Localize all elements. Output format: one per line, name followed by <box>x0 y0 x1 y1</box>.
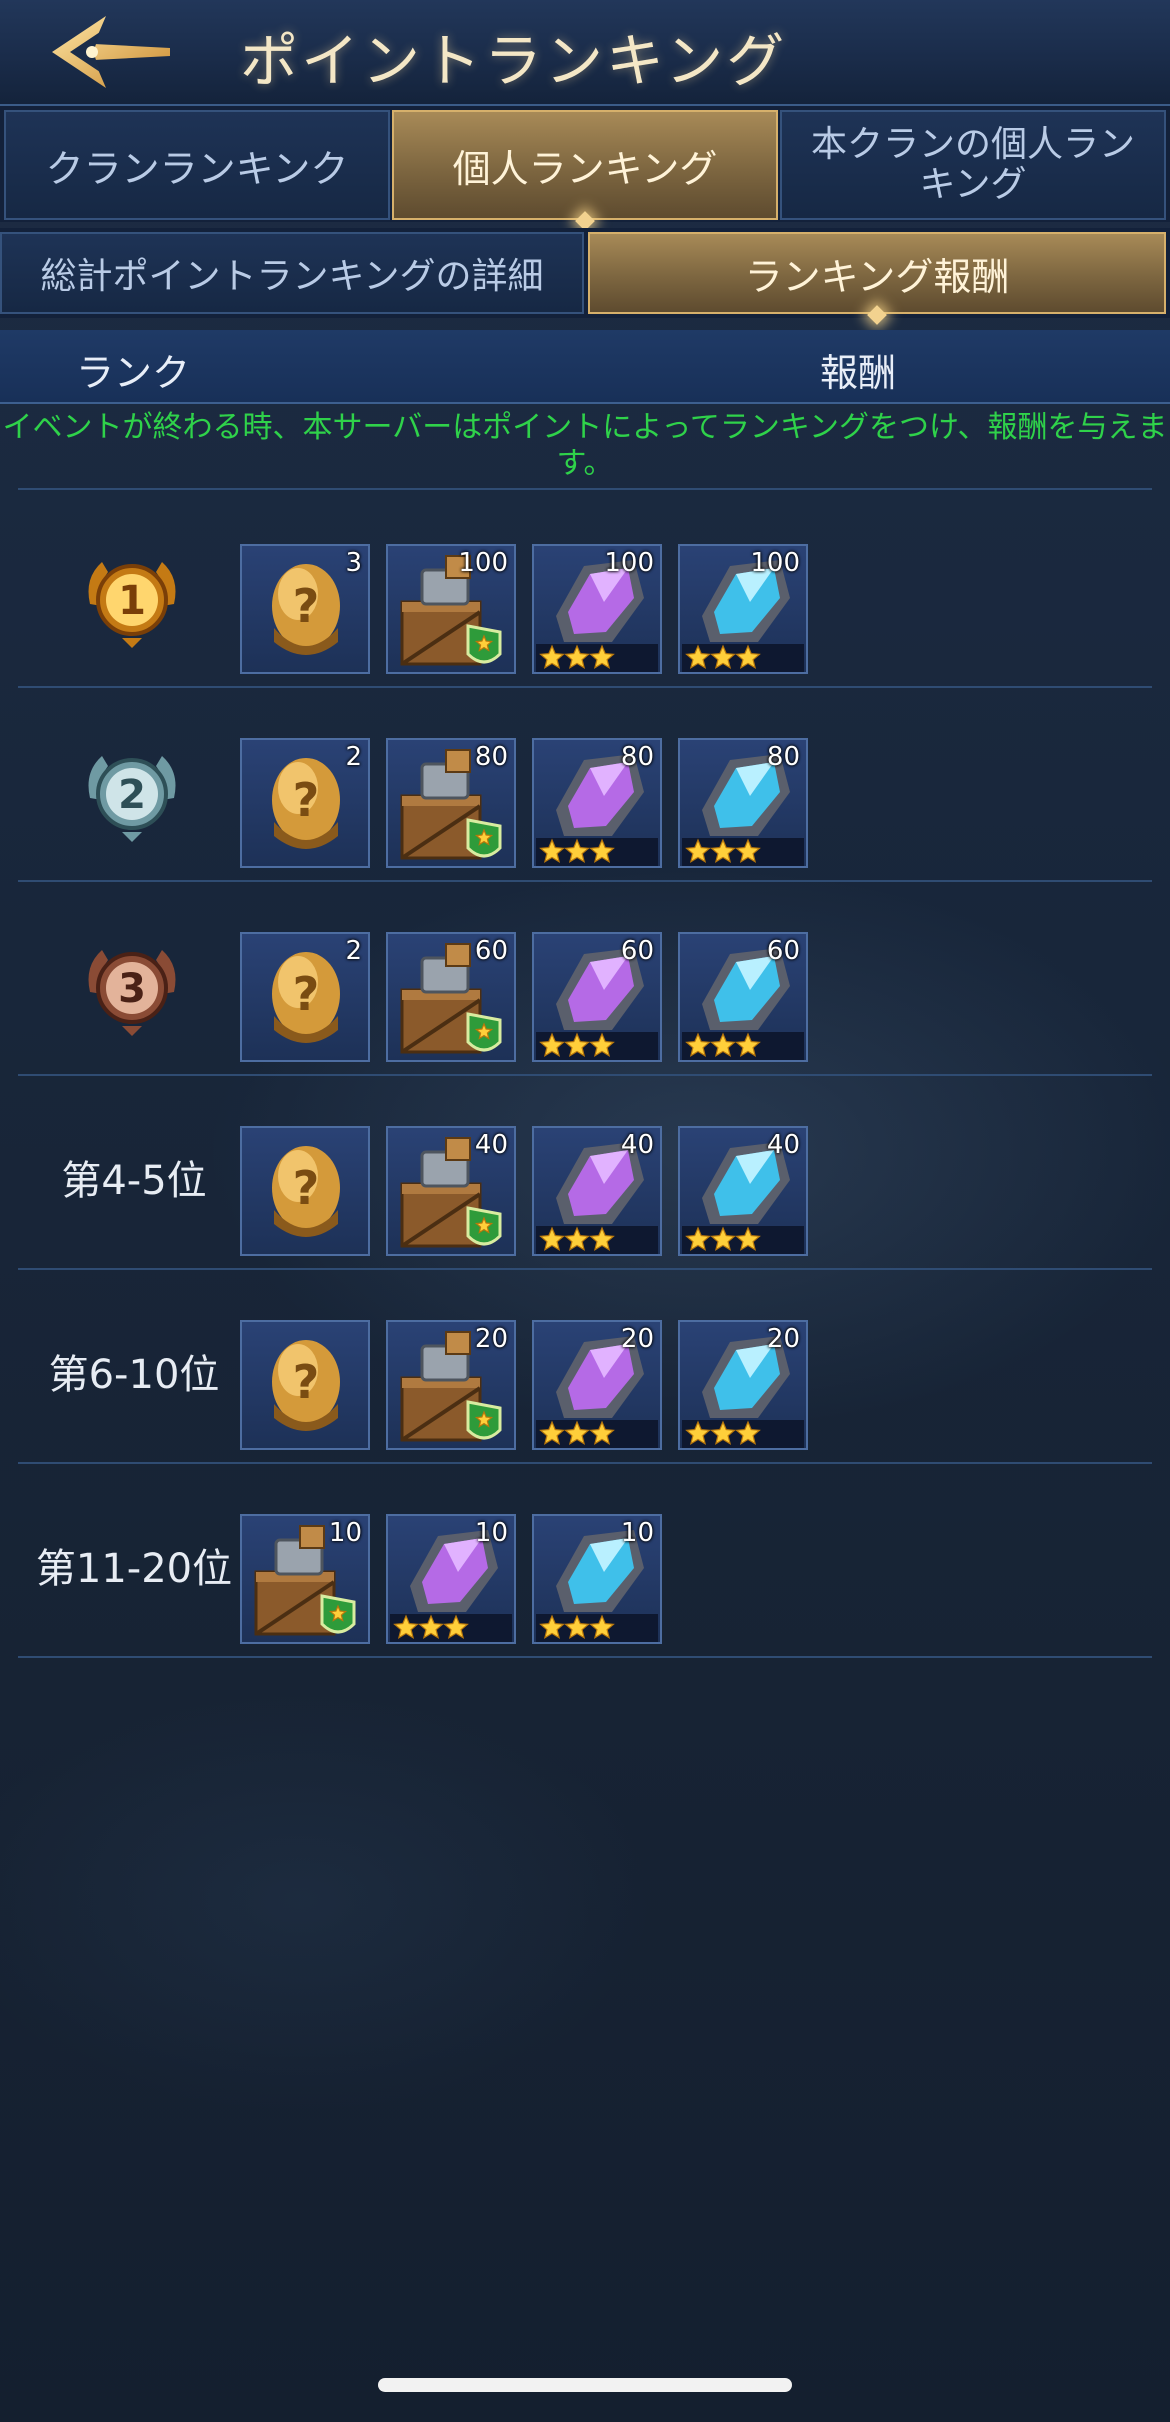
reward-count: 100 <box>604 548 654 578</box>
reward-item[interactable]: ? 2 <box>240 738 370 868</box>
tab-label: ランキング報酬 <box>744 254 1010 299</box>
reward-item[interactable]: 60 <box>678 932 808 1062</box>
divider <box>18 1656 1152 1658</box>
reward-item[interactable]: 100 <box>532 544 662 674</box>
tab-label: クランランキンク <box>45 146 349 191</box>
secondary-tab-bar: 総計ポイントランキングの詳細 ランキング報酬 <box>0 228 1170 325</box>
reward-count: 80 <box>474 742 508 772</box>
reward-column-header: 報酬 <box>820 351 897 395</box>
reward-count: 20 <box>620 1324 654 1354</box>
svg-text:?: ? <box>293 1355 320 1409</box>
rank-label: 第6-10位 <box>48 1352 220 1398</box>
svg-text:1: 1 <box>118 578 146 624</box>
reward-count: 10 <box>620 1518 654 1548</box>
reward-count: 80 <box>620 742 654 772</box>
divider <box>18 488 1152 490</box>
reward-item[interactable]: 10 <box>532 1514 662 1644</box>
reward-count: 40 <box>766 1130 800 1160</box>
reward-count: 40 <box>620 1130 654 1160</box>
tab-label: 総計ポイントランキングの詳細 <box>40 256 544 297</box>
reward-item[interactable]: ? 2 <box>240 932 370 1062</box>
ranking-row: 第6-10位 ? 20 20 20 <box>0 1272 1170 1464</box>
mystery-egg-icon: ? <box>272 1340 340 1431</box>
reward-item[interactable]: 40 <box>386 1126 516 1256</box>
tab-label: 個人ランキング <box>452 146 718 191</box>
reward-count: 2 <box>345 742 362 772</box>
reward-item[interactable]: 80 <box>386 738 516 868</box>
header-bar: ポイントランキング <box>0 0 1170 106</box>
divider <box>18 880 1152 882</box>
page-title: ポイントランキング <box>240 27 788 95</box>
tab-clan-personal-ranking[interactable]: 本クランの個人ランキング <box>780 110 1166 220</box>
reward-item[interactable]: 20 <box>386 1320 516 1450</box>
tab-clan-ranking[interactable]: クランランキンク <box>4 110 390 220</box>
reward-item[interactable]: 60 <box>386 932 516 1062</box>
svg-text:?: ? <box>293 773 320 827</box>
bronze-medal-icon: 3 <box>80 936 184 1040</box>
ranking-row: 2 ? 2 80 80 80 <box>0 690 1170 882</box>
svg-text:?: ? <box>293 967 320 1021</box>
event-notice: イベントが終わる時、本サーバーはポイントによってランキングをつけ、報酬を与えます… <box>2 410 1168 481</box>
tab-ranking-rewards[interactable]: ランキング報酬 <box>588 232 1166 325</box>
mystery-egg-icon: ? <box>272 1146 340 1237</box>
rank-label: 第11-20位 <box>35 1546 233 1592</box>
reward-count: 20 <box>474 1324 508 1354</box>
reward-count: 60 <box>766 936 800 966</box>
reward-count: 20 <box>766 1324 800 1354</box>
back-arrow-icon <box>52 16 170 88</box>
rank-label: 第4-5位 <box>61 1158 207 1204</box>
reward-item[interactable]: ? 3 <box>240 544 370 674</box>
reward-count: 100 <box>458 548 508 578</box>
reward-item[interactable]: ? <box>240 1320 370 1450</box>
divider <box>18 1074 1152 1076</box>
reward-item[interactable]: 40 <box>678 1126 808 1256</box>
rank-column-header: ランク <box>76 351 191 395</box>
reward-count: 2 <box>345 936 362 966</box>
svg-text:3: 3 <box>118 966 146 1012</box>
home-indicator[interactable] <box>378 2378 792 2392</box>
tab-total-points-details[interactable]: 総計ポイントランキングの詳細 <box>0 232 584 314</box>
silver-medal-icon: 2 <box>80 742 184 846</box>
reward-count: 10 <box>474 1518 508 1548</box>
reward-item[interactable]: ? <box>240 1126 370 1256</box>
svg-text:2: 2 <box>118 772 146 818</box>
reward-count: 60 <box>474 936 508 966</box>
reward-item[interactable]: 10 <box>386 1514 516 1644</box>
tab-label: 本クランの個人ランキング <box>810 124 1135 205</box>
reward-item[interactable]: 10 <box>240 1514 370 1644</box>
ranking-row: 第11-20位 10 10 10 <box>0 1466 1170 1658</box>
tab-personal-ranking[interactable]: 個人ランキング <box>392 110 778 231</box>
primary-tab-bar: クランランキンク 個人ランキング 本クランの個人ランキング <box>0 106 1170 231</box>
reward-item[interactable]: 20 <box>532 1320 662 1450</box>
reward-count: 40 <box>474 1130 508 1160</box>
reward-count: 10 <box>328 1518 362 1548</box>
svg-text:?: ? <box>293 579 320 633</box>
reward-item[interactable]: 80 <box>532 738 662 868</box>
divider <box>18 686 1152 688</box>
reward-item[interactable]: 100 <box>386 544 516 674</box>
reward-count: 60 <box>620 936 654 966</box>
reward-item[interactable]: 80 <box>678 738 808 868</box>
svg-text:?: ? <box>293 1161 320 1215</box>
gold-medal-icon: 1 <box>80 548 184 652</box>
reward-item[interactable]: 100 <box>678 544 808 674</box>
reward-item[interactable]: 40 <box>532 1126 662 1256</box>
reward-item[interactable]: 20 <box>678 1320 808 1450</box>
reward-count: 80 <box>766 742 800 772</box>
reward-item[interactable]: 60 <box>532 932 662 1062</box>
ranking-row: 1 ? 3 100 100 100 <box>0 496 1170 688</box>
ranking-row: 第4-5位 ? 40 40 40 <box>0 1078 1170 1270</box>
ranking-row: 3 ? 2 60 60 60 <box>0 884 1170 1076</box>
divider <box>18 1268 1152 1270</box>
divider <box>18 1462 1152 1464</box>
column-header: ランク 報酬 <box>0 330 1170 404</box>
reward-count: 3 <box>345 548 362 578</box>
reward-count: 100 <box>750 548 800 578</box>
back-button[interactable] <box>40 10 180 94</box>
